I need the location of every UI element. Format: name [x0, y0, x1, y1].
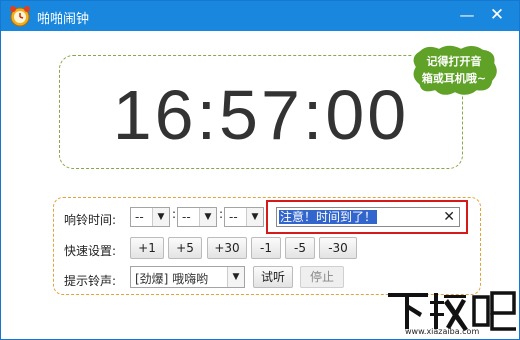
quick-set-label: 快速设置:: [64, 244, 117, 258]
alert-message-input[interactable]: 注意！时间到了！ ✕: [276, 207, 460, 227]
window-title: 啪啪闹钟: [37, 12, 90, 27]
quick-minus-1-button[interactable]: -1: [251, 237, 281, 259]
stop-sound-button[interactable]: 停止: [300, 266, 344, 288]
sound-label: 提示铃声:: [64, 274, 117, 288]
watermark-url: www.xiazaiba.com: [405, 327, 480, 336]
clear-icon[interactable]: ✕: [443, 208, 455, 226]
clock-time: 16:57:00: [112, 76, 410, 154]
second-value: --: [229, 210, 238, 224]
chevron-down-icon: ▼: [199, 208, 216, 226]
sound-selected-value: [劲爆] 哦嗨哟: [135, 272, 209, 286]
minimize-button[interactable]: —: [453, 2, 481, 28]
alarm-clock-app-icon: [10, 6, 30, 27]
chevron-down-icon: ▼: [152, 208, 169, 226]
chevron-down-icon: ▼: [227, 267, 244, 287]
quick-plus-30-button[interactable]: +30: [207, 237, 247, 259]
bubble-line-2: 箱或耳机哦~: [421, 72, 487, 85]
minute-select[interactable]: -- ▼: [177, 207, 217, 227]
bubble-line-1: 记得打开音: [426, 55, 482, 68]
time-separator: :: [219, 207, 224, 221]
preview-sound-button[interactable]: 试听: [253, 266, 293, 288]
second-select[interactable]: -- ▼: [224, 207, 264, 227]
sound-select[interactable]: [劲爆] 哦嗨哟 ▼: [130, 266, 245, 288]
alarm-time-label: 响铃时间:: [64, 213, 117, 227]
minute-value: --: [182, 210, 191, 224]
close-button[interactable]: ✕: [483, 2, 511, 28]
hour-select[interactable]: -- ▼: [130, 207, 170, 227]
chevron-down-icon: ▼: [246, 208, 263, 226]
quick-plus-5-button[interactable]: +5: [168, 237, 202, 259]
quick-plus-1-button[interactable]: +1: [130, 237, 164, 259]
app-window: 啪啪闹钟 — ✕ 16:57:00 记得打开音 箱或耳机哦~ 响铃时间: -- …: [0, 0, 520, 340]
time-separator: :: [172, 207, 177, 221]
hour-value: --: [135, 210, 144, 224]
alert-message-text: 注意！时间到了！: [279, 210, 378, 224]
speech-bubble-text: 记得打开音 箱或耳机哦~: [421, 53, 487, 87]
quick-minus-30-button[interactable]: -30: [319, 237, 357, 259]
title-bar[interactable]: 啪啪闹钟 — ✕: [1, 1, 519, 31]
alert-message-highlight: 注意！时间到了！ ✕: [266, 200, 468, 234]
quick-minus-5-button[interactable]: -5: [285, 237, 315, 259]
clock-display-panel: 16:57:00: [59, 55, 463, 169]
